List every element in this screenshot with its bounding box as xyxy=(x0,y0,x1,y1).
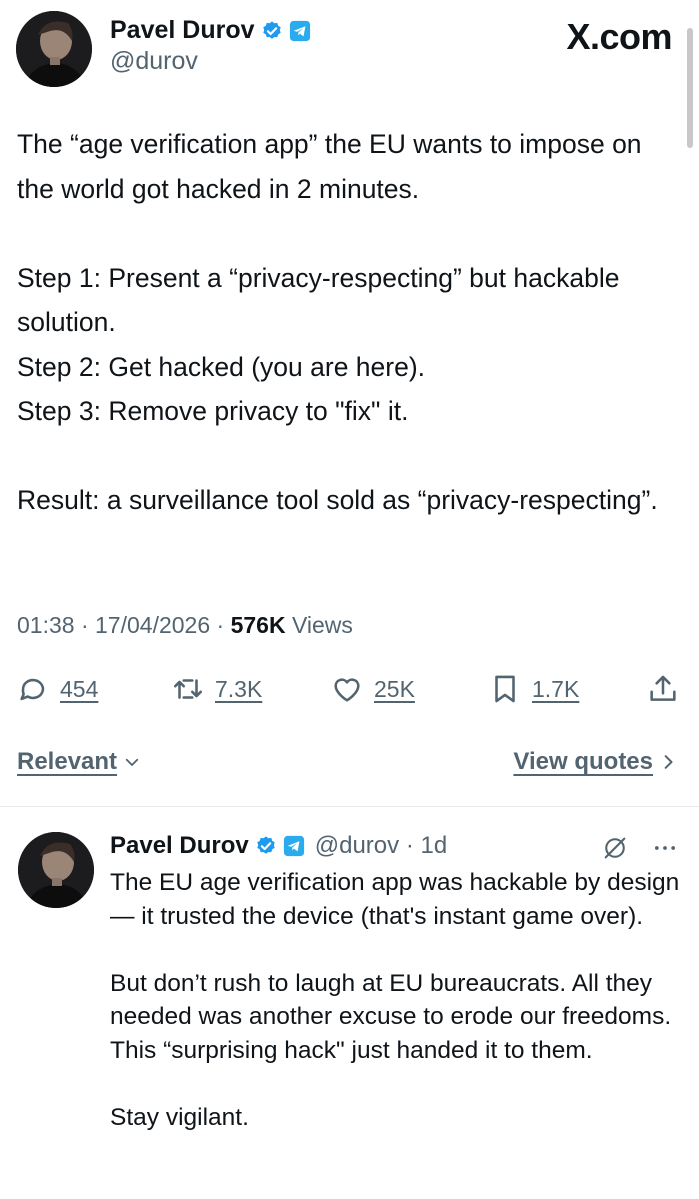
source-logo: X.com xyxy=(566,16,672,57)
tweet-time[interactable]: 01:38 xyxy=(17,612,75,638)
view-quotes-link[interactable]: View quotes xyxy=(513,748,677,776)
bookmark-button[interactable]: 1.7K xyxy=(488,672,579,706)
like-button[interactable]: 25K xyxy=(330,672,415,706)
tweet-step-1: Step 1: Present a “privacy-respecting” b… xyxy=(17,262,620,338)
author-name[interactable]: Pavel Durov xyxy=(110,16,255,45)
divider xyxy=(0,806,699,807)
reply-time[interactable]: 1d xyxy=(420,832,447,859)
bookmark-count: 1.7K xyxy=(532,675,580,702)
bookmark-icon xyxy=(495,675,515,703)
telegram-icon xyxy=(283,835,304,857)
telegram-icon xyxy=(289,20,310,41)
tweet-header: Pavel Durov @durov X.com xyxy=(16,8,686,88)
repost-icon xyxy=(173,679,203,699)
reply-tweet[interactable]: Pavel Durov @durov · 1d The EU age verif… xyxy=(0,808,699,1199)
tweet-step-2: Step 2: Get hacked (you are here). xyxy=(17,351,426,382)
tweet-actions: 454 7.3K 25K 1.7K xyxy=(16,672,684,712)
tweet-text: The “age verification app” the EU wants … xyxy=(17,122,677,523)
reply-tools xyxy=(601,834,679,862)
avatar[interactable] xyxy=(18,832,94,908)
reply-count: 454 xyxy=(60,675,99,702)
reply-author-name[interactable]: Pavel Durov xyxy=(110,832,249,860)
grok-icon[interactable] xyxy=(601,834,629,862)
tweet-step-3: Step 3: Remove privacy to "fix" it. xyxy=(17,396,409,426)
reply-paragraph: But don’t rush to laugh at EU bureaucrat… xyxy=(110,969,672,1064)
reply-bubble-icon xyxy=(20,678,45,701)
sort-label: Relevant xyxy=(17,748,118,775)
share-icon xyxy=(650,675,676,701)
heart-icon xyxy=(334,678,360,702)
view-quotes-label: View quotes xyxy=(513,748,653,775)
reply-header: Pavel Durov @durov · 1d xyxy=(110,832,448,860)
tweet-paragraph: The “age verification app” the EU wants … xyxy=(17,129,642,204)
tweet-meta: 01:38 · 17/04/2026 · 576K Views xyxy=(17,612,353,638)
reply-button[interactable]: 454 xyxy=(16,672,98,706)
tweet-result: Result: a surveillance tool sold as “pri… xyxy=(17,485,658,515)
chevron-down-icon xyxy=(125,758,139,766)
verified-badge-icon xyxy=(257,836,275,854)
avatar[interactable] xyxy=(16,11,92,87)
views-count: 576K xyxy=(230,612,286,638)
chevron-right-icon xyxy=(664,755,673,769)
scrollbar[interactable] xyxy=(687,28,693,148)
repost-count: 7.3K xyxy=(215,675,263,702)
reply-filter-bar: Relevant View quotes xyxy=(17,748,677,784)
more-icon[interactable] xyxy=(651,834,679,862)
sort-dropdown[interactable]: Relevant xyxy=(17,748,141,776)
author-handle[interactable]: @durov xyxy=(110,47,311,76)
avatar-portrait xyxy=(16,11,92,87)
reply-paragraph: Stay vigilant. xyxy=(110,1103,249,1131)
tweet-date[interactable]: 17/04/2026 xyxy=(95,612,210,638)
verified-badge-icon xyxy=(262,20,281,39)
like-count: 25K xyxy=(374,675,415,702)
share-button[interactable] xyxy=(646,672,680,706)
reply-handle[interactable]: @durov xyxy=(315,832,399,859)
reply-paragraph: The EU age verification app was hackable… xyxy=(110,869,680,930)
views-label: Views xyxy=(291,612,353,638)
repost-button[interactable]: 7.3K xyxy=(171,672,262,706)
avatar-portrait xyxy=(18,832,94,908)
reply-text: The EU age verification app was hackable… xyxy=(110,866,690,1134)
